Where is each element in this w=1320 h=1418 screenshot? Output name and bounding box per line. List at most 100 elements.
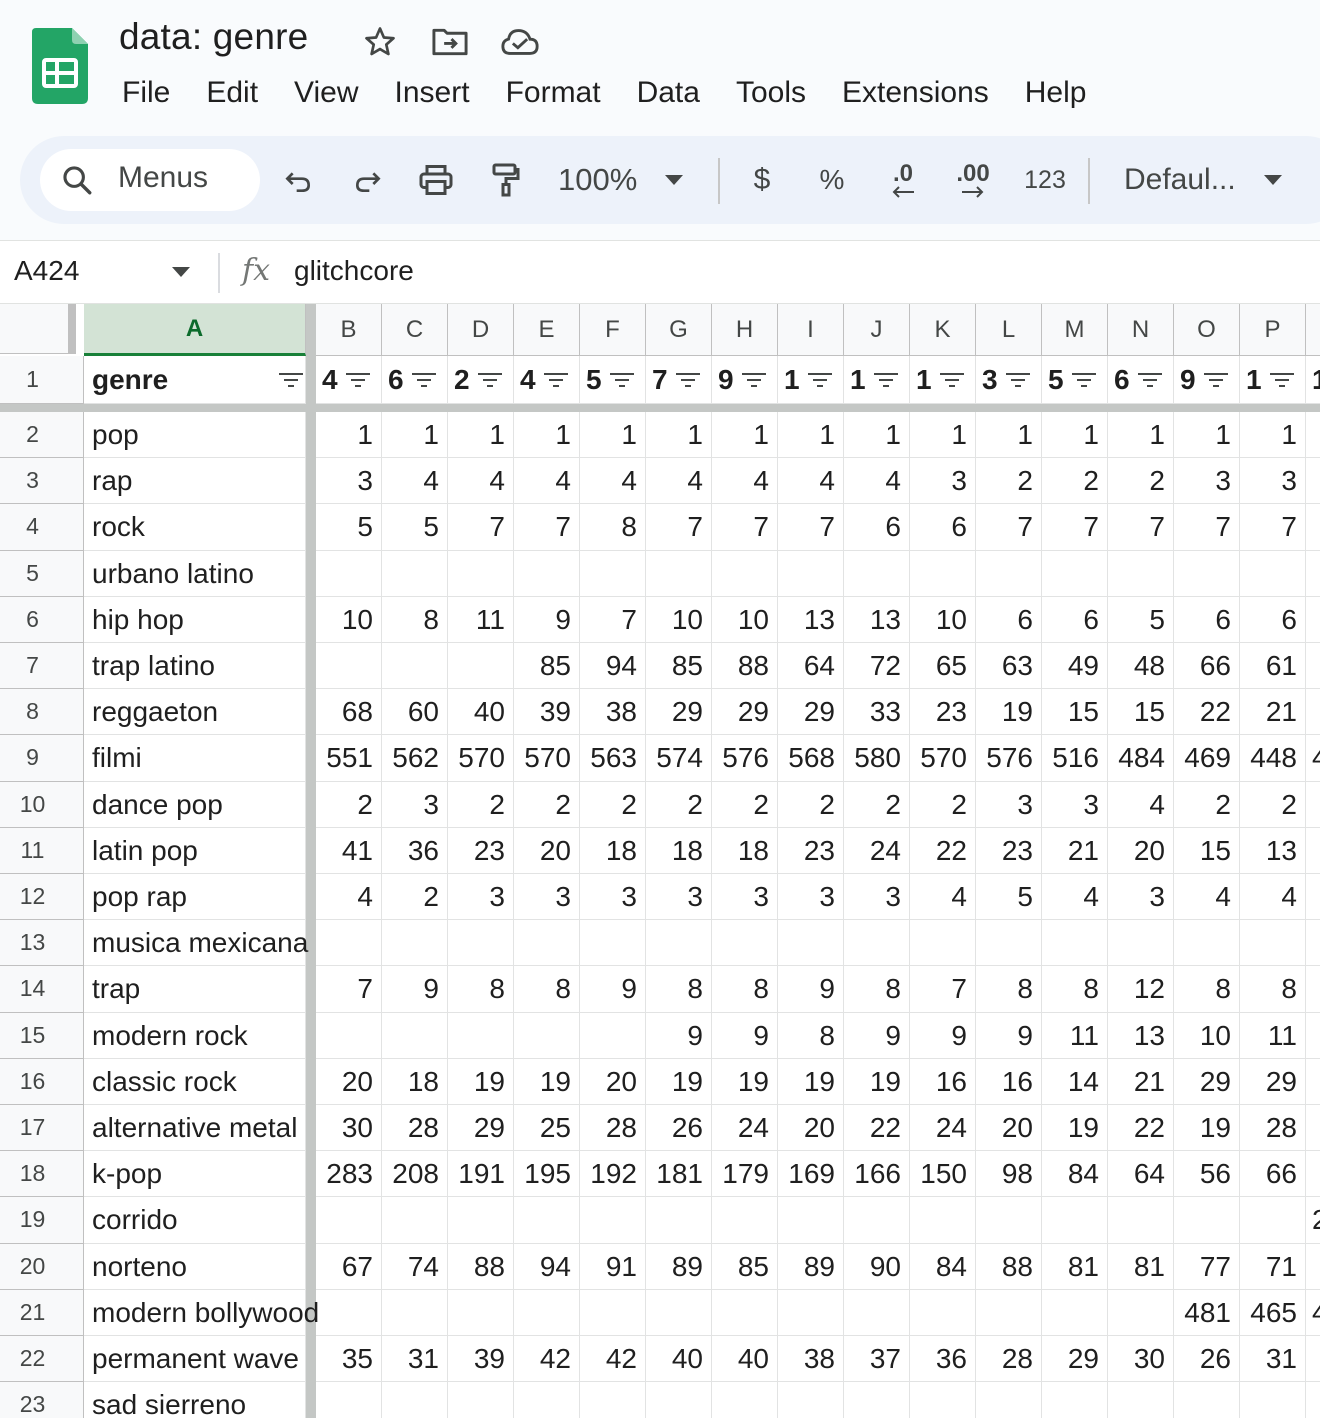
value-cell[interactable]: 465	[1240, 1289, 1306, 1336]
value-cell[interactable]: 20	[316, 1058, 382, 1105]
value-cell[interactable]: 8	[382, 596, 448, 643]
increase-decimal-button[interactable]: .00	[948, 158, 998, 202]
value-cell[interactable]: 9	[976, 1012, 1042, 1059]
value-cell[interactable]: 2	[646, 781, 712, 828]
value-cell[interactable]: 6	[1240, 596, 1306, 643]
filter-icon[interactable]	[1202, 370, 1230, 390]
genre-cell[interactable]: rap	[84, 458, 306, 505]
value-cell[interactable]: 3	[580, 874, 646, 921]
paint-format-button[interactable]	[484, 158, 528, 202]
header-cell[interactable]: 6	[382, 356, 448, 404]
value-cell[interactable]	[646, 920, 712, 967]
value-cell[interactable]	[778, 1289, 844, 1336]
filter-icon[interactable]	[1268, 370, 1296, 390]
value-cell[interactable]	[712, 550, 778, 597]
chevron-down-icon[interactable]	[172, 267, 190, 277]
value-cell[interactable]: 85	[646, 643, 712, 690]
value-cell[interactable]: 41	[316, 827, 382, 874]
value-cell[interactable]: 74	[382, 1243, 448, 1290]
value-cell[interactable]	[514, 1012, 580, 1059]
value-cell[interactable]: 3	[844, 874, 910, 921]
value-cell[interactable]	[646, 1382, 712, 1418]
genre-cell[interactable]: sad sierreno	[84, 1382, 306, 1418]
value-cell[interactable]: 28	[580, 1105, 646, 1152]
value-cell[interactable]: 65	[910, 643, 976, 690]
value-cell[interactable]	[844, 550, 910, 597]
value-cell[interactable]: 8	[844, 966, 910, 1013]
value-cell[interactable]: 2	[778, 781, 844, 828]
value-cell[interactable]: 3	[1108, 874, 1174, 921]
print-button[interactable]	[414, 158, 458, 202]
value-cell[interactable]: 8	[514, 966, 580, 1013]
value-cell[interactable]: 94	[514, 1243, 580, 1290]
value-cell[interactable]: 16	[910, 1058, 976, 1105]
row-header[interactable]: 23	[0, 1382, 84, 1418]
value-cell[interactable]	[976, 920, 1042, 967]
value-cell[interactable]: 12	[1108, 966, 1174, 1013]
value-cell[interactable]: 576	[712, 735, 778, 782]
filter-icon[interactable]	[410, 370, 438, 390]
value-cell[interactable]: 31	[382, 1336, 448, 1383]
value-cell[interactable]: 448	[1240, 735, 1306, 782]
value-cell[interactable]: 22	[1174, 689, 1240, 736]
value-cell[interactable]: 4	[1240, 874, 1306, 921]
value-cell-partial[interactable]: 2	[1306, 1197, 1320, 1244]
value-cell[interactable]: 84	[910, 1243, 976, 1290]
value-cell[interactable]: 8	[1042, 966, 1108, 1013]
value-cell[interactable]: 13	[844, 596, 910, 643]
star-icon[interactable]	[360, 24, 400, 60]
genre-cell[interactable]: trap latino	[84, 643, 306, 690]
value-cell[interactable]: 29	[712, 689, 778, 736]
value-cell[interactable]: 9	[778, 966, 844, 1013]
filter-icon[interactable]	[740, 370, 768, 390]
column-header-i[interactable]: I	[778, 304, 844, 356]
genre-cell[interactable]: latin pop	[84, 827, 306, 874]
value-cell[interactable]: 23	[778, 827, 844, 874]
value-cell[interactable]	[448, 1382, 514, 1418]
column-header-f[interactable]: F	[580, 304, 646, 356]
genre-cell[interactable]: reggaeton	[84, 689, 306, 736]
value-cell[interactable]: 19	[514, 1058, 580, 1105]
value-cell[interactable]: 23	[910, 689, 976, 736]
value-cell[interactable]	[580, 1289, 646, 1336]
value-cell[interactable]: 20	[514, 827, 580, 874]
value-cell[interactable]: 22	[910, 827, 976, 874]
value-cell[interactable]: 4	[580, 458, 646, 505]
value-cell[interactable]: 1	[844, 412, 910, 459]
filter-icon[interactable]	[1004, 370, 1032, 390]
value-cell[interactable]: 11	[1042, 1012, 1108, 1059]
value-cell[interactable]: 4	[1042, 874, 1108, 921]
value-cell[interactable]: 2	[580, 781, 646, 828]
value-cell[interactable]: 19	[448, 1058, 514, 1105]
cloud-saved-icon[interactable]	[500, 24, 540, 60]
value-cell[interactable]: 1	[646, 412, 712, 459]
row-header[interactable]: 3	[0, 458, 84, 505]
value-cell[interactable]: 7	[1240, 504, 1306, 551]
value-cell[interactable]	[514, 550, 580, 597]
value-cell[interactable]	[382, 643, 448, 690]
row-header[interactable]: 4	[0, 504, 84, 551]
value-cell[interactable]	[844, 920, 910, 967]
value-cell[interactable]: 28	[382, 1105, 448, 1152]
value-cell[interactable]	[910, 1382, 976, 1418]
header-cell[interactable]: 1	[910, 356, 976, 404]
value-cell[interactable]	[1240, 550, 1306, 597]
value-cell[interactable]: 39	[514, 689, 580, 736]
value-cell[interactable]	[1108, 1197, 1174, 1244]
value-cell[interactable]: 21	[1240, 689, 1306, 736]
value-cell[interactable]: 8	[712, 966, 778, 1013]
value-cell[interactable]: 4	[844, 458, 910, 505]
value-cell[interactable]: 2	[1174, 781, 1240, 828]
header-cell[interactable]: 6	[1108, 356, 1174, 404]
column-header-p[interactable]: P	[1240, 304, 1306, 356]
genre-cell[interactable]: pop rap	[84, 874, 306, 921]
value-cell[interactable]: 88	[976, 1243, 1042, 1290]
value-cell-partial[interactable]	[1306, 504, 1320, 551]
header-cell[interactable]: 1	[1306, 356, 1320, 404]
value-cell[interactable]	[448, 920, 514, 967]
value-cell[interactable]: 3	[1240, 458, 1306, 505]
value-cell[interactable]	[976, 550, 1042, 597]
genre-cell[interactable]: dance pop	[84, 781, 306, 828]
value-cell[interactable]: 8	[976, 966, 1042, 1013]
filter-icon[interactable]	[608, 370, 636, 390]
